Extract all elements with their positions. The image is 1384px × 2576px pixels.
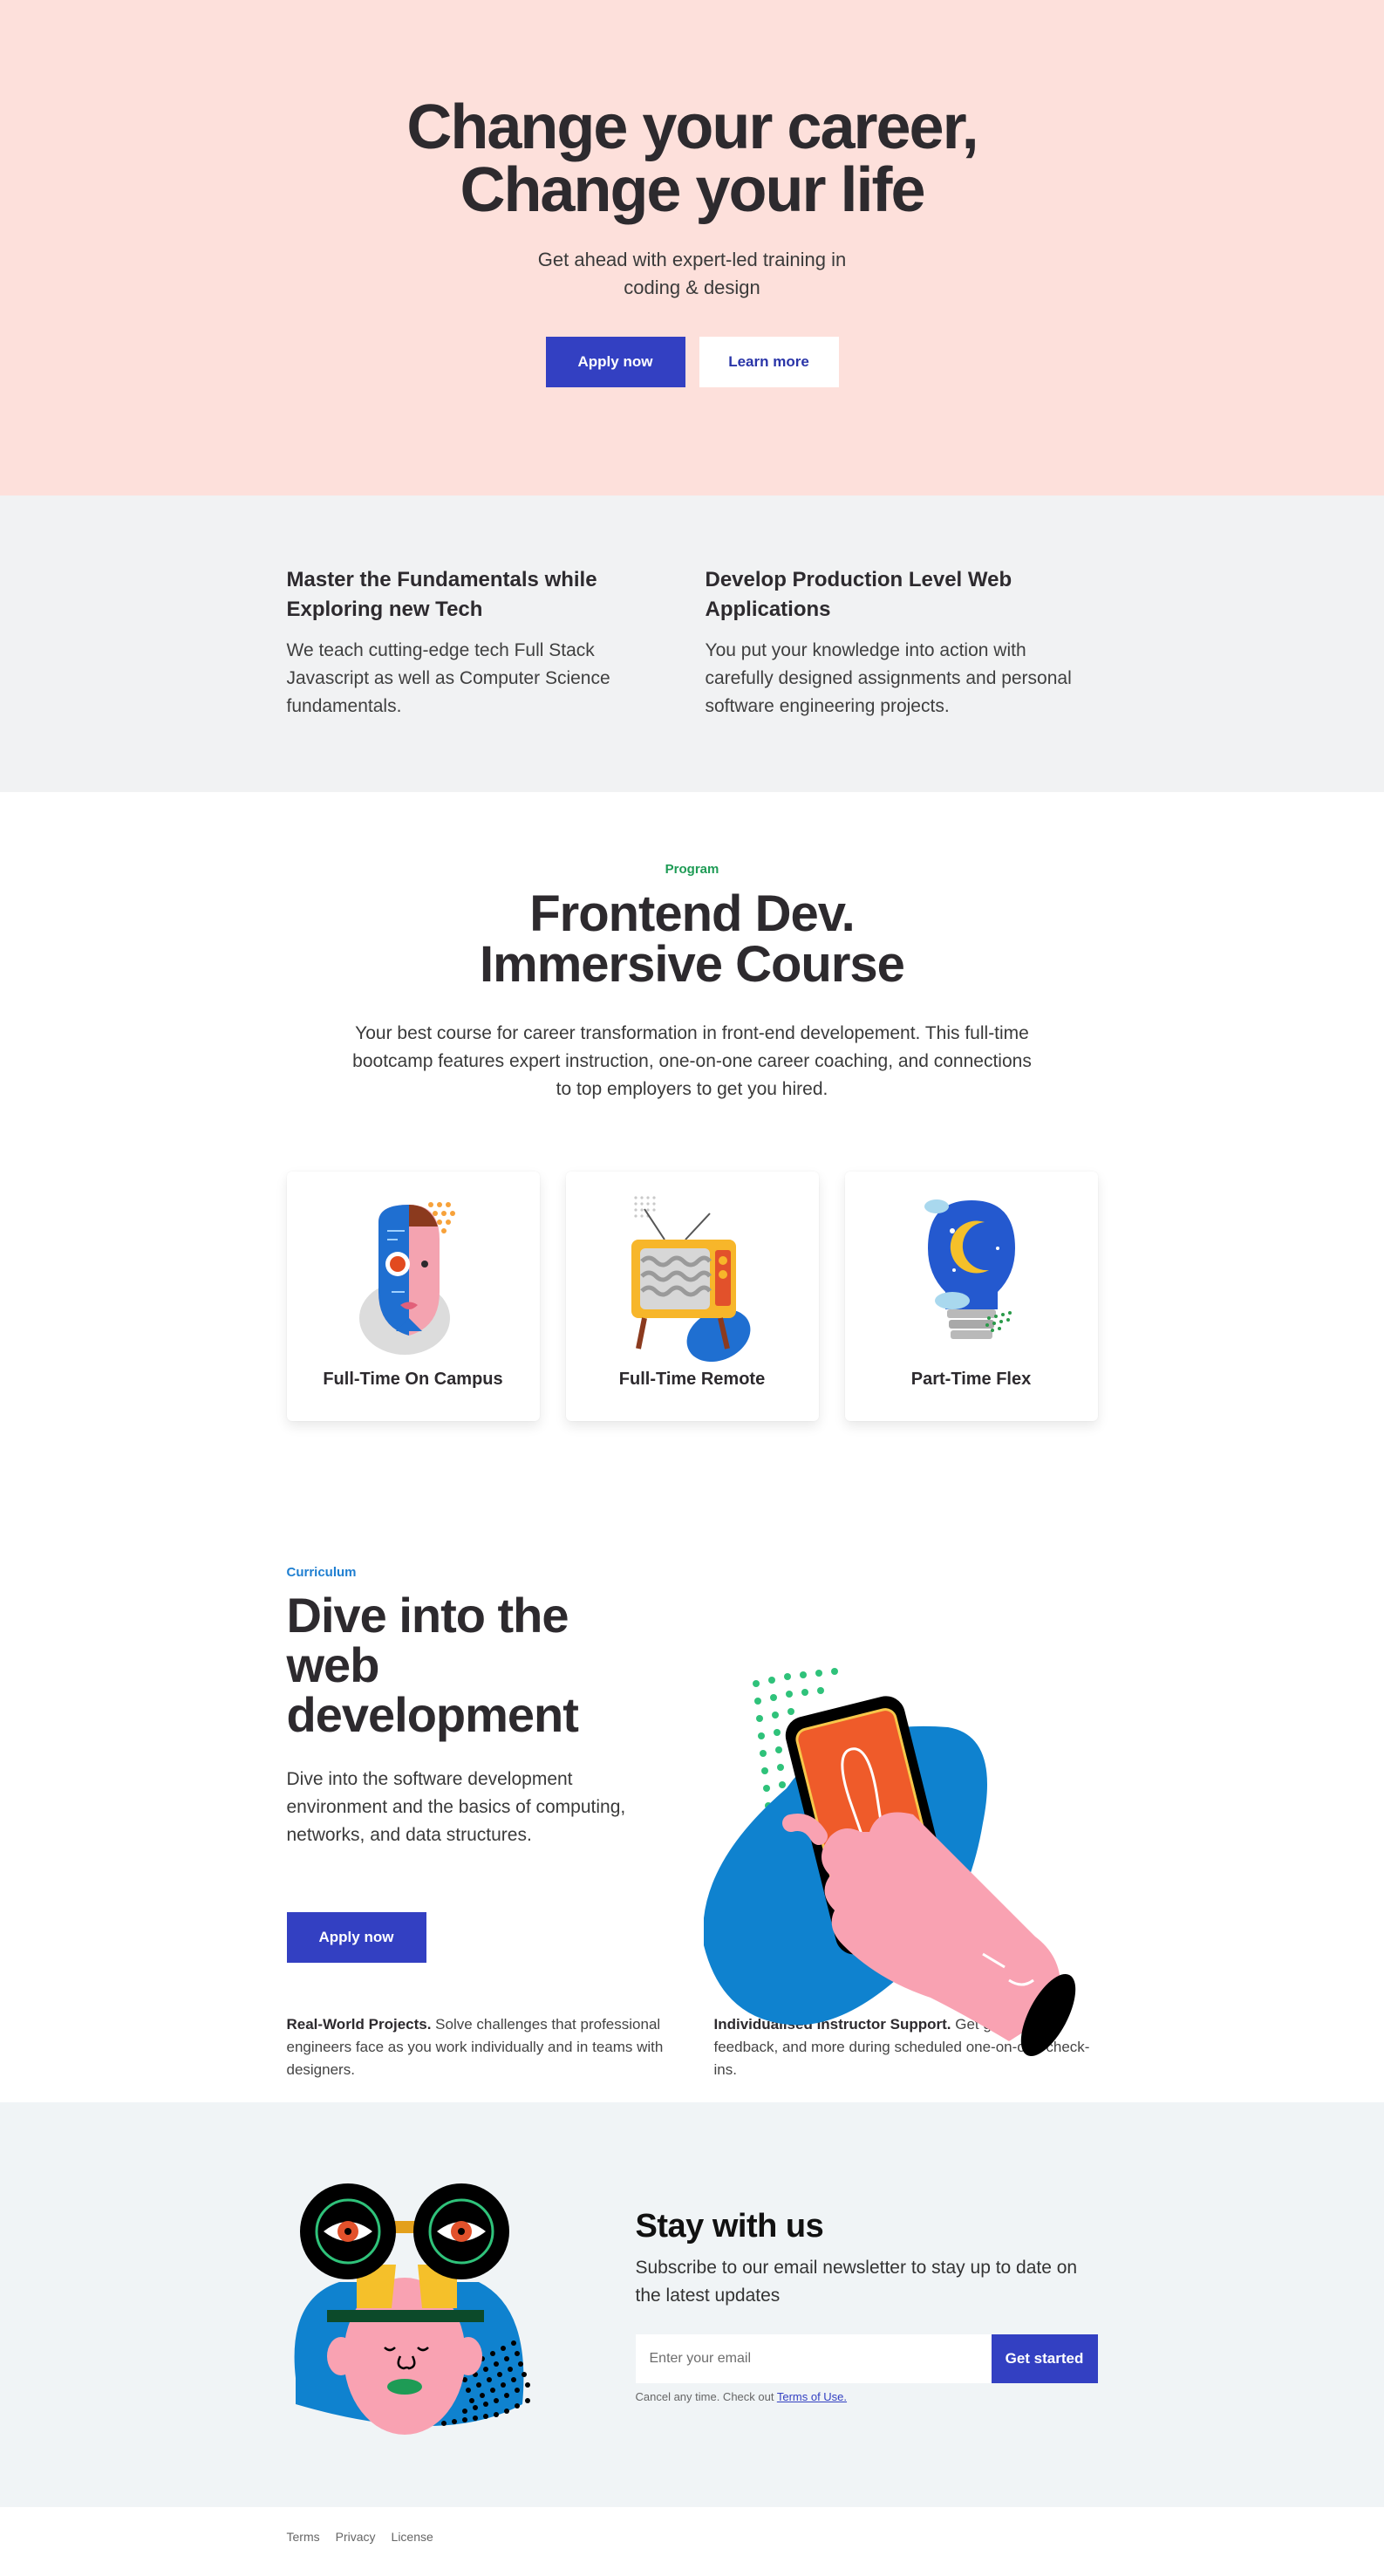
curriculum-title: Dive into the web development: [287, 1590, 671, 1739]
hero-title-line1: Change your career,: [406, 92, 978, 162]
binoculars-face-icon: [294, 2183, 530, 2435]
curriculum-eyebrow: Curriculum: [286, 1565, 357, 1580]
feature-text: We teach cutting-edge tech Full Stack Ja…: [286, 640, 610, 716]
note-bold: Real-World Projects.: [286, 2016, 432, 2033]
curriculum-description: Dive into the software development envir…: [286, 1769, 626, 1845]
learn-more-button[interactable]: Learn more: [699, 337, 839, 387]
feature-production: Develop Production Level Web Application…: [706, 565, 1098, 721]
footer: Terms Privacy License: [0, 2507, 1384, 2576]
hero-title-line2: Change your life: [460, 155, 925, 225]
note-real-world: Real-World Projects. Solve challenges th…: [287, 2013, 671, 2081]
curriculum-section: Curriculum Dive into the web development…: [0, 1455, 1384, 2102]
feature-fundamentals: Master the Fundamentals while Exploring …: [287, 565, 679, 721]
program-title-line1: Frontend Dev.: [529, 885, 856, 942]
terms-of-use-link[interactable]: Terms of Use.: [777, 2390, 847, 2403]
hero-section: Change your career, Change your life Get…: [0, 0, 1384, 495]
footer-link-terms[interactable]: Terms: [287, 2530, 320, 2544]
newsletter-form: Get started: [635, 2334, 1098, 2383]
curriculum-title-line2: development: [286, 1687, 579, 1742]
get-started-button[interactable]: Get started: [991, 2334, 1098, 2383]
phone-in-hand-icon: [703, 1668, 1075, 2057]
hero-actions: Apply now Learn more: [0, 337, 1384, 387]
program-description: Your best course for career transformati…: [352, 1023, 1032, 1099]
curriculum-copy: Curriculum Dive into the web development…: [286, 1565, 671, 1963]
program-title-line2: Immersive Course: [480, 936, 905, 993]
features-grid: Master the Fundamentals while Exploring …: [287, 565, 1098, 721]
newsletter-subtitle: Subscribe to our email newsletter to sta…: [635, 2258, 1078, 2306]
program-eyebrow: Program: [665, 862, 719, 877]
robot-face-icon: [358, 1202, 455, 1355]
retro-tv-icon: [631, 1196, 750, 1362]
newsletter-content: Stay with us Subscribe to our email news…: [635, 2207, 1098, 2403]
hero-title: Change your career, Change your life: [0, 96, 1384, 222]
feature-title: Master the Fundamentals while Exploring …: [286, 568, 597, 621]
card-remote[interactable]: Full-Time Remote: [565, 1172, 819, 1421]
card-label: Full-Time Remote: [618, 1370, 766, 1389]
card-on-campus[interactable]: Full-Time On Campus: [286, 1172, 540, 1421]
program-cards: Full-Time On Campus Full-Time Remote Par…: [286, 1172, 1098, 1421]
curriculum-title-line1: Dive into the web: [286, 1588, 569, 1692]
footer-links: Terms Privacy License: [287, 2530, 1098, 2544]
apply-now-button[interactable]: Apply now: [545, 337, 685, 387]
fine-print-text: Cancel any time. Check out: [635, 2390, 777, 2403]
hero-subtitle: Get ahead with expert-led training in co…: [537, 249, 847, 298]
program-section: Program Frontend Dev. Immersive Course Y…: [0, 792, 1384, 1455]
feature-text: You put your knowledge into action with …: [705, 640, 1072, 716]
newsletter-fine-print: Cancel any time. Check out Terms of Use.: [636, 2390, 1098, 2403]
email-input[interactable]: [635, 2334, 992, 2383]
footer-link-license[interactable]: License: [392, 2530, 433, 2544]
newsletter-title: Stay with us: [635, 2208, 824, 2245]
moon-lightbulb-icon: [924, 1199, 1015, 1339]
newsletter-section: Stay with us Subscribe to our email news…: [0, 2102, 1384, 2507]
card-label: Part-Time Flex: [910, 1370, 1032, 1389]
footer-link-privacy[interactable]: Privacy: [336, 2530, 376, 2544]
features-section: Master the Fundamentals while Exploring …: [0, 495, 1384, 792]
card-part-time[interactable]: Part-Time Flex: [844, 1172, 1098, 1421]
program-title: Frontend Dev. Immersive Course: [287, 889, 1098, 990]
curriculum-apply-button[interactable]: Apply now: [286, 1912, 426, 1963]
feature-title: Develop Production Level Web Application…: [705, 568, 1012, 621]
card-label: Full-Time On Campus: [323, 1370, 503, 1389]
